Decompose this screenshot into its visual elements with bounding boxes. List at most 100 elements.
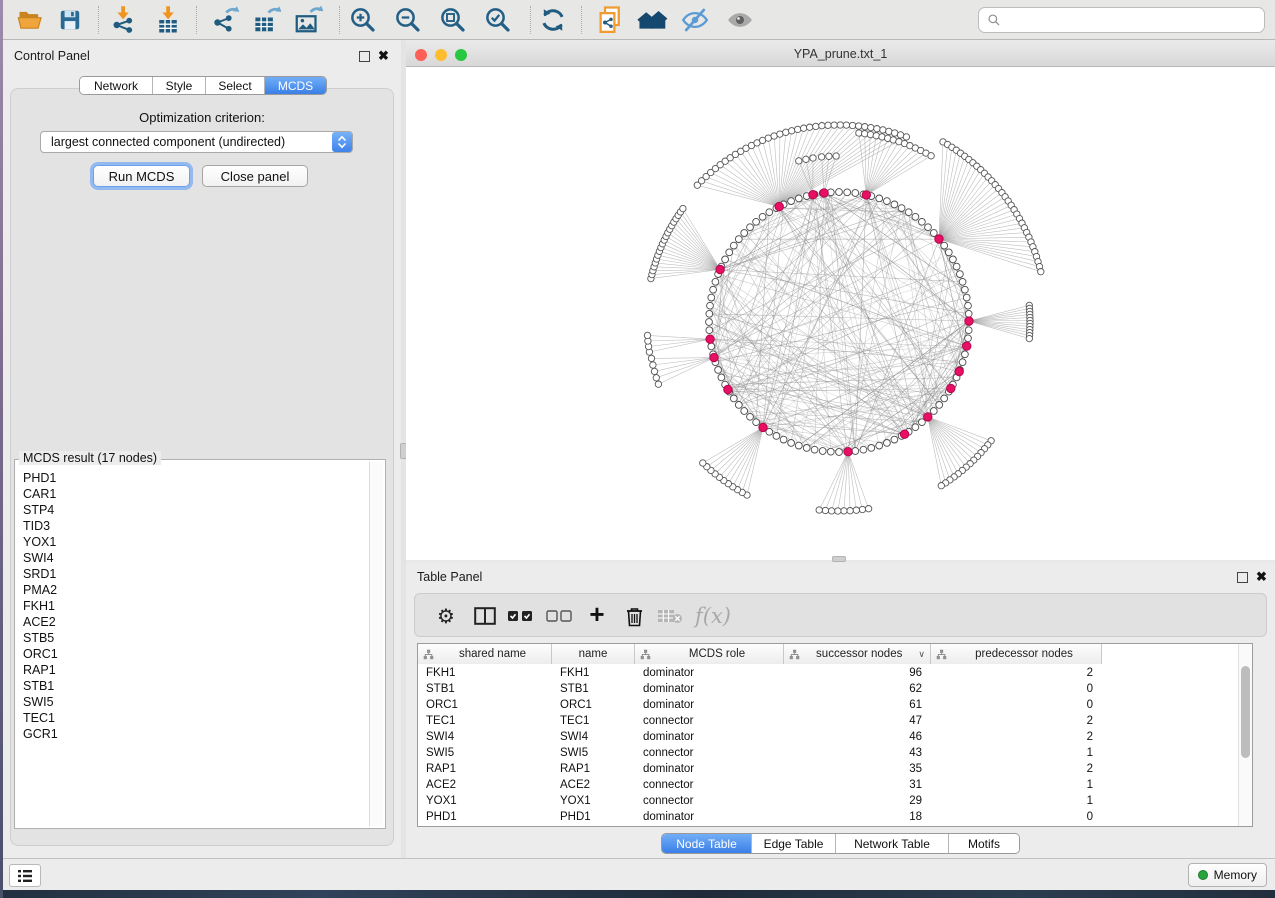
delete-table-icon[interactable] (653, 599, 687, 633)
network-node[interactable] (818, 154, 824, 160)
export-table-icon[interactable] (249, 3, 283, 37)
table-cell-successor_nodes[interactable]: 35 (784, 761, 931, 777)
network-node[interactable] (828, 508, 834, 514)
network-node[interactable] (826, 153, 832, 159)
table-cell-predecessor_nodes[interactable]: 1 (931, 777, 1102, 793)
network-node[interactable] (856, 123, 862, 129)
network-node[interactable] (903, 134, 909, 140)
network-node[interactable] (905, 209, 912, 216)
tab-select[interactable]: Select (206, 77, 265, 94)
network-node[interactable] (753, 419, 760, 426)
table-cell-name[interactable]: YOX1 (552, 793, 635, 809)
network-node[interactable] (962, 351, 969, 358)
table-cell-predecessor_nodes[interactable]: 0 (931, 697, 1102, 713)
table-cell-predecessor_nodes[interactable]: 2 (931, 729, 1102, 745)
table-row[interactable]: TEC1TEC1connector472 (418, 713, 1102, 729)
network-node[interactable] (773, 433, 780, 440)
network-node[interactable] (941, 395, 948, 402)
network-node[interactable] (957, 271, 964, 278)
network-node[interactable] (852, 190, 859, 197)
zoom-selected-icon[interactable] (481, 3, 515, 37)
dominator-node[interactable] (759, 423, 767, 431)
result-scrollbar[interactable] (369, 462, 383, 826)
apply-layout-icon[interactable] (536, 3, 570, 37)
network-node[interactable] (963, 294, 970, 301)
table-cell-successor_nodes[interactable]: 61 (784, 697, 931, 713)
table-cell-successor_nodes[interactable]: 43 (784, 745, 931, 761)
tab-network[interactable]: Network (80, 77, 153, 94)
network-node[interactable] (747, 224, 754, 231)
tab-style[interactable]: Style (153, 77, 206, 94)
criterion-dropdown[interactable]: largest connected component (undirected) (40, 131, 353, 153)
network-node[interactable] (865, 506, 871, 512)
result-list-item[interactable]: ORC1 (17, 646, 369, 662)
table-cell-name[interactable]: ORC1 (552, 697, 635, 713)
network-node[interactable] (930, 408, 937, 415)
network-node[interactable] (777, 131, 783, 137)
network-node[interactable] (847, 508, 853, 514)
network-node[interactable] (831, 122, 837, 128)
table-cell-successor_nodes[interactable]: 31 (784, 777, 931, 793)
result-list-item[interactable]: STB5 (17, 630, 369, 646)
network-node[interactable] (795, 195, 802, 202)
deselect-all-icon[interactable] (542, 599, 576, 633)
network-node[interactable] (788, 198, 795, 205)
table-cell-successor_nodes[interactable]: 62 (784, 681, 931, 697)
network-node[interactable] (886, 128, 892, 134)
network-node[interactable] (726, 249, 733, 256)
open-session-icon[interactable] (13, 3, 47, 37)
column-header-successor-nodes[interactable]: successor nodes∨ (784, 644, 931, 664)
table-cell-shared_name[interactable]: STB1 (418, 681, 552, 697)
close-panel-button[interactable]: Close panel (202, 165, 308, 187)
network-node[interactable] (813, 123, 819, 129)
result-list-item[interactable]: PHD1 (17, 470, 369, 486)
tab-node-table[interactable]: Node Table (662, 834, 752, 853)
network-node[interactable] (941, 242, 948, 249)
network-node[interactable] (965, 327, 972, 334)
column-header-shared-name[interactable]: shared name (418, 644, 552, 664)
dominator-node[interactable] (900, 430, 908, 438)
network-node[interactable] (780, 436, 787, 443)
network-node[interactable] (747, 413, 754, 420)
dominator-node[interactable] (947, 384, 955, 392)
tab-motifs[interactable]: Motifs (949, 834, 1019, 853)
apply-function-icon[interactable]: f(x) (691, 599, 735, 633)
network-node[interactable] (653, 375, 659, 381)
table-cell-name[interactable]: STB1 (552, 681, 635, 697)
network-node[interactable] (898, 205, 905, 212)
dominator-node[interactable] (724, 385, 732, 393)
dominator-node[interactable] (716, 265, 724, 273)
import-table-icon[interactable] (151, 3, 185, 37)
network-node[interactable] (912, 213, 919, 220)
add-column-icon[interactable]: + (580, 599, 614, 633)
network-node[interactable] (891, 436, 898, 443)
network-node[interactable] (822, 507, 828, 513)
network-node[interactable] (735, 402, 742, 409)
result-list-item[interactable]: GCR1 (17, 726, 369, 742)
show-navigator-icon[interactable] (636, 3, 670, 37)
network-node[interactable] (706, 310, 713, 317)
network-node[interactable] (766, 209, 773, 216)
table-cell-name[interactable]: SWI4 (552, 729, 635, 745)
network-node[interactable] (1038, 269, 1044, 275)
dominator-node[interactable] (935, 235, 943, 243)
dominator-node[interactable] (710, 353, 718, 361)
table-cell-shared_name[interactable]: SWI5 (418, 745, 552, 761)
dominator-node[interactable] (955, 367, 963, 375)
network-node[interactable] (810, 155, 816, 161)
table-cell-shared_name[interactable]: PHD1 (418, 809, 552, 825)
network-node[interactable] (707, 302, 714, 309)
network-node[interactable] (819, 123, 825, 129)
network-node[interactable] (837, 122, 843, 128)
network-node[interactable] (965, 302, 972, 309)
select-all-icon[interactable] (503, 599, 537, 633)
network-node[interactable] (965, 310, 972, 317)
tab-edge-table[interactable]: Edge Table (752, 834, 836, 853)
table-cell-shared_name[interactable]: ORC1 (418, 697, 552, 713)
network-node[interactable] (708, 294, 715, 301)
network-node[interactable] (759, 213, 766, 220)
network-node[interactable] (796, 158, 802, 164)
network-node[interactable] (843, 122, 849, 128)
network-node[interactable] (753, 218, 760, 225)
result-list-item[interactable]: SWI4 (17, 550, 369, 566)
